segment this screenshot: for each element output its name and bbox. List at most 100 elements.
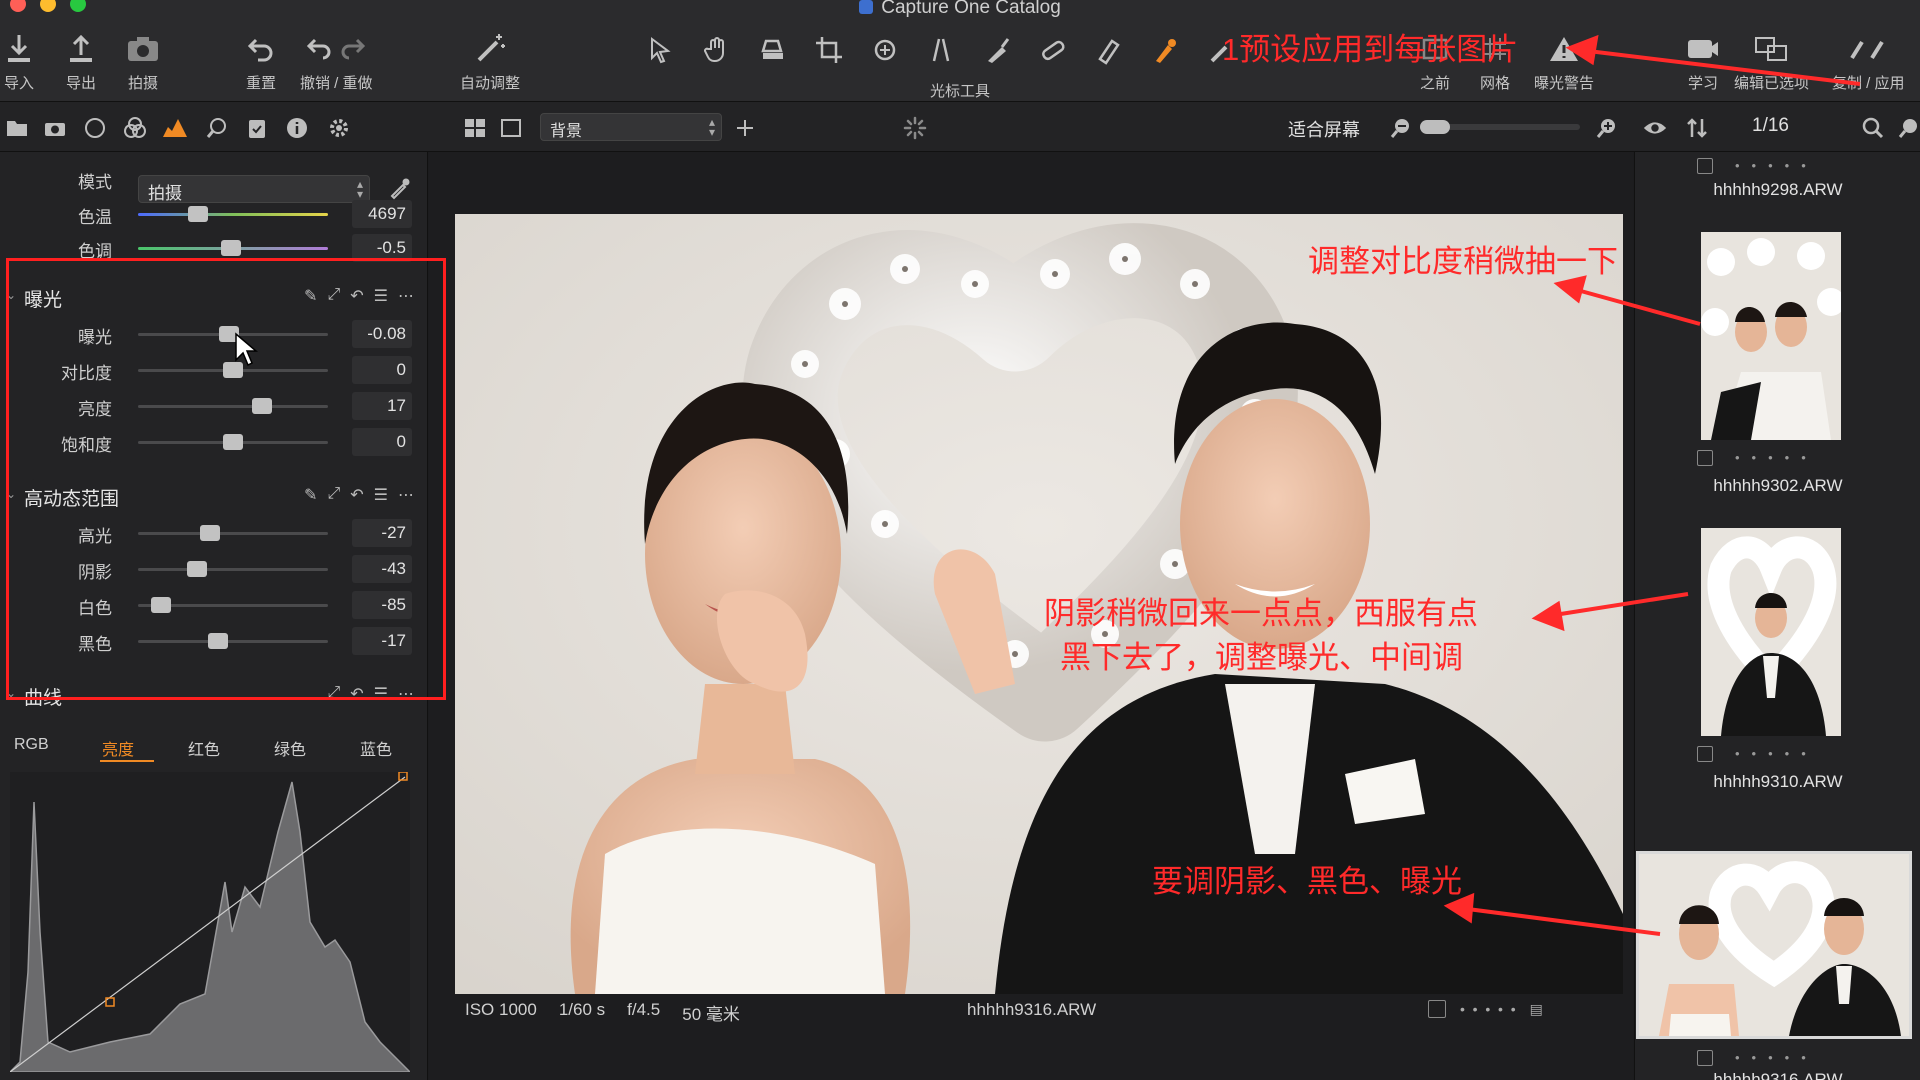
rating-dots[interactable]: ••••• xyxy=(1735,1050,1818,1065)
chevron-down-icon[interactable]: ⌄ xyxy=(6,288,16,302)
hdr-slider-track[interactable] xyxy=(138,532,328,535)
select-checkbox[interactable] xyxy=(1697,746,1713,762)
chevron-down-icon[interactable]: ⌄ xyxy=(6,487,16,501)
capture-tab-camera-icon[interactable] xyxy=(42,115,68,141)
hdr-slider-track[interactable] xyxy=(138,640,328,643)
expand-icon[interactable]: ⤢ xyxy=(327,286,340,306)
more-icon[interactable]: ⋯ xyxy=(398,286,414,306)
thumbnail-image[interactable] xyxy=(1636,851,1912,1039)
chevron-down-icon[interactable]: ⌄ xyxy=(6,686,16,700)
viewer-select-checkbox[interactable] xyxy=(1428,1000,1446,1018)
hdr-slider-knob[interactable] xyxy=(200,525,221,541)
wb-temp-track[interactable] xyxy=(138,213,328,216)
select-cursor-icon[interactable] xyxy=(640,32,682,68)
exposure-slider-knob[interactable] xyxy=(219,326,240,342)
curve-editor[interactable] xyxy=(8,771,412,1073)
eye-icon[interactable] xyxy=(1642,115,1668,141)
more-icon[interactable]: ⋯ xyxy=(398,485,414,505)
wb-tint-value[interactable]: -0.5 xyxy=(352,234,412,262)
exposure-slider-track[interactable] xyxy=(138,405,328,408)
reset-button[interactable]: 重置 xyxy=(246,30,276,93)
expand-icon[interactable]: ⤢ xyxy=(327,684,340,704)
exposure-section-header[interactable]: ⌄ 曝光 ✎ ⤢ ↶ ☰ ⋯ xyxy=(0,280,428,316)
eyedropper-icon[interactable]: ✎ xyxy=(304,286,317,306)
sort-icon[interactable] xyxy=(1684,115,1710,141)
rating-dots[interactable]: ••••• xyxy=(1735,158,1818,173)
exposure-value[interactable]: 17 xyxy=(352,392,412,420)
hdr-slider-knob[interactable] xyxy=(207,633,228,649)
info-icon[interactable]: ▤ xyxy=(1530,1001,1543,1018)
zoom-slider[interactable] xyxy=(1420,120,1580,134)
color-tab-rgb-icon[interactable] xyxy=(122,115,148,141)
curve-tab-rgb[interactable]: RGB xyxy=(14,736,49,754)
eraser-icon[interactable] xyxy=(1088,32,1130,68)
select-checkbox[interactable] xyxy=(1697,450,1713,466)
curve-tab-blue[interactable]: 蓝色 xyxy=(360,736,392,760)
details-tab-magnifier-icon[interactable] xyxy=(204,115,230,141)
more-icon[interactable]: ⋯ xyxy=(398,684,414,704)
zoom-fit-label[interactable]: 适合屏幕 xyxy=(1288,116,1360,142)
auto-adjust-button[interactable]: 自动调整 xyxy=(460,30,520,93)
undo-redo-button[interactable]: 撤销 / 重做 xyxy=(300,30,373,93)
thumbnail-image[interactable] xyxy=(1701,232,1841,440)
hdr-value[interactable]: -17 xyxy=(352,627,412,655)
capture-button[interactable]: 拍摄 xyxy=(126,30,160,93)
layer-select[interactable]: 背景 ▴ ▾ xyxy=(540,113,722,141)
wb-temp-value[interactable]: 4697 xyxy=(352,200,412,228)
export-button[interactable]: 导出 xyxy=(66,30,96,93)
wb-temp-knob[interactable] xyxy=(188,206,208,222)
loupe-icon[interactable] xyxy=(752,32,794,68)
edit-selected-button[interactable]: 编辑已选项 xyxy=(1734,30,1809,93)
learn-button[interactable]: 学习 xyxy=(1686,30,1720,93)
reset-icon[interactable]: ↶ xyxy=(350,286,363,306)
keystone-icon[interactable] xyxy=(920,32,962,68)
settings-tab-gear-icon[interactable] xyxy=(326,115,352,141)
rotate-icon[interactable] xyxy=(864,32,906,68)
wb-tint-knob[interactable] xyxy=(221,240,241,256)
search-icon[interactable] xyxy=(1860,115,1886,141)
adjustments-tab-clipboard-icon[interactable] xyxy=(244,115,270,141)
zoom-in-icon[interactable] xyxy=(1594,115,1620,141)
add-layer-plus-icon[interactable] xyxy=(732,115,758,141)
rating-dots[interactable]: ••••• xyxy=(1735,746,1818,761)
rating-dots[interactable]: ••••• xyxy=(1735,450,1818,465)
exposure-slider-knob[interactable] xyxy=(223,362,243,378)
exposure-value[interactable]: -0.08 xyxy=(352,320,412,348)
exposure-slider-knob[interactable] xyxy=(223,434,243,450)
library-tab-folder-icon[interactable] xyxy=(4,115,30,141)
exposure-value[interactable]: 0 xyxy=(352,428,412,456)
exposure-tab-icon[interactable] xyxy=(162,115,188,141)
hdr-slider-track[interactable] xyxy=(138,568,328,571)
curve-histogram-graphic[interactable] xyxy=(8,771,412,1073)
grid-view-icon[interactable] xyxy=(462,115,488,141)
heal-icon[interactable] xyxy=(1032,32,1074,68)
hdr-value[interactable]: -27 xyxy=(352,519,412,547)
menu-icon[interactable]: ☰ xyxy=(374,684,388,704)
curve-tab-green[interactable]: 绿色 xyxy=(274,736,306,760)
zoom-out-icon[interactable] xyxy=(1388,115,1414,141)
hdr-section-header[interactable]: ⌄ 高动态范围 ✎ ⤢ ↶ ☰ ⋯ xyxy=(0,479,428,515)
brush-icon[interactable] xyxy=(976,32,1018,68)
exposure-warning-button[interactable]: 曝光警告 xyxy=(1534,30,1594,93)
hdr-value[interactable]: -43 xyxy=(352,555,412,583)
zoom-slider-knob[interactable] xyxy=(1420,120,1450,134)
reset-icon[interactable]: ↶ xyxy=(350,684,363,704)
select-checkbox[interactable] xyxy=(1697,158,1713,174)
lens-tab-circle-icon[interactable] xyxy=(82,115,108,141)
hdr-slider-knob[interactable] xyxy=(186,561,207,577)
exposure-value[interactable]: 0 xyxy=(352,356,412,384)
metadata-tab-info-icon[interactable] xyxy=(284,115,310,141)
search-zoom-icon[interactable] xyxy=(1896,115,1920,141)
rating-dots[interactable]: • • • • • xyxy=(1460,1001,1516,1017)
expand-icon[interactable]: ⤢ xyxy=(327,485,340,505)
hand-icon[interactable] xyxy=(696,32,738,68)
thumbnail-image[interactable] xyxy=(1701,528,1841,736)
menu-icon[interactable]: ☰ xyxy=(374,485,388,505)
hdr-slider-knob[interactable] xyxy=(150,597,171,613)
copy-apply-button[interactable]: 复制 / 应用 xyxy=(1832,30,1905,93)
reset-icon[interactable]: ↶ xyxy=(350,485,363,505)
eyedropper-icon[interactable]: ✎ xyxy=(304,485,317,505)
crop-icon[interactable] xyxy=(808,32,850,68)
hdr-value[interactable]: -85 xyxy=(352,591,412,619)
curve-tab-red[interactable]: 红色 xyxy=(188,736,220,760)
